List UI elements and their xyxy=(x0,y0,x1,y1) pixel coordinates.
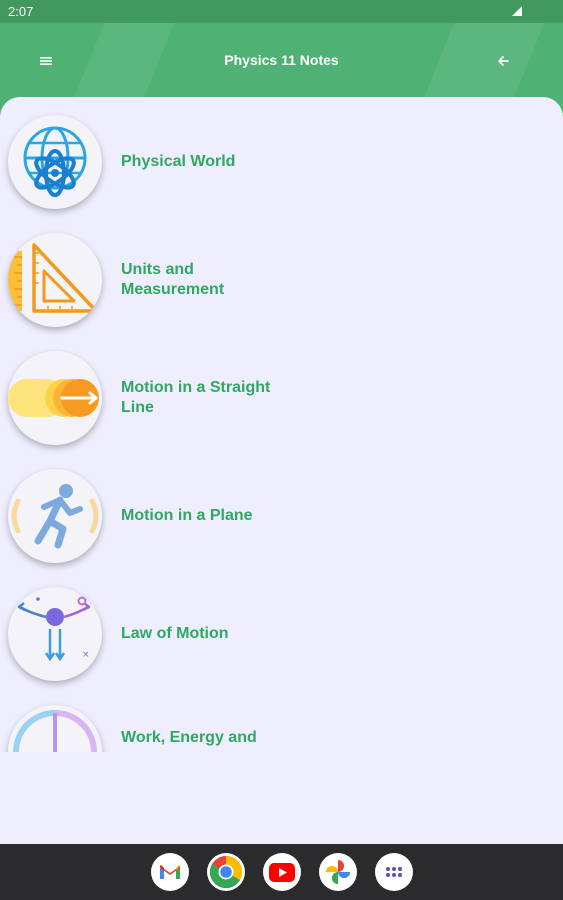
running-person-icon xyxy=(8,469,102,563)
photos-icon[interactable] xyxy=(318,853,357,891)
chapter-title: Motion in a Straight Line xyxy=(121,379,271,416)
force-arrows-icon: × xyxy=(8,587,102,681)
chapter-title: Work, Energy and xyxy=(121,729,257,746)
chapter-list: Physical World Units and Measurement Mot… xyxy=(0,97,563,752)
status-time: 2:07 xyxy=(8,4,34,19)
energy-icon xyxy=(8,705,102,752)
svg-text:×: × xyxy=(82,650,90,660)
page-title: Physics 11 Notes xyxy=(224,52,339,68)
chapter-item-motion-straight-line[interactable]: Motion in a Straight Line xyxy=(0,338,563,448)
chapter-item-work-energy[interactable]: Work, Energy and xyxy=(0,692,563,752)
chapter-item-physical-world[interactable]: Physical World xyxy=(0,102,563,212)
back-arrow-icon[interactable] xyxy=(492,51,514,71)
chapter-title: Units and Measurement xyxy=(121,261,225,298)
status-bar: 2:07 xyxy=(0,0,563,23)
chapter-item-law-of-motion[interactable]: × Law of Motion xyxy=(0,574,563,684)
chapter-title: Motion in a Plane xyxy=(121,507,253,524)
gmail-icon[interactable] xyxy=(150,853,189,891)
dock-bar xyxy=(0,844,563,900)
ruler-set-square-icon xyxy=(8,233,102,327)
chapter-item-motion-in-a-plane[interactable]: Motion in a Plane xyxy=(0,456,563,566)
globe-atom-icon xyxy=(8,115,102,209)
app-drawer-icon[interactable] xyxy=(374,853,413,891)
youtube-icon[interactable] xyxy=(262,853,301,891)
chapter-title: Law of Motion xyxy=(121,625,229,642)
chapter-item-units-and-measurement[interactable]: Units and Measurement xyxy=(0,220,563,330)
chrome-icon[interactable] xyxy=(206,853,245,891)
chapter-title: Physical World xyxy=(121,153,236,170)
arrow-motion-icon xyxy=(8,351,102,445)
signal-icon xyxy=(512,6,522,16)
